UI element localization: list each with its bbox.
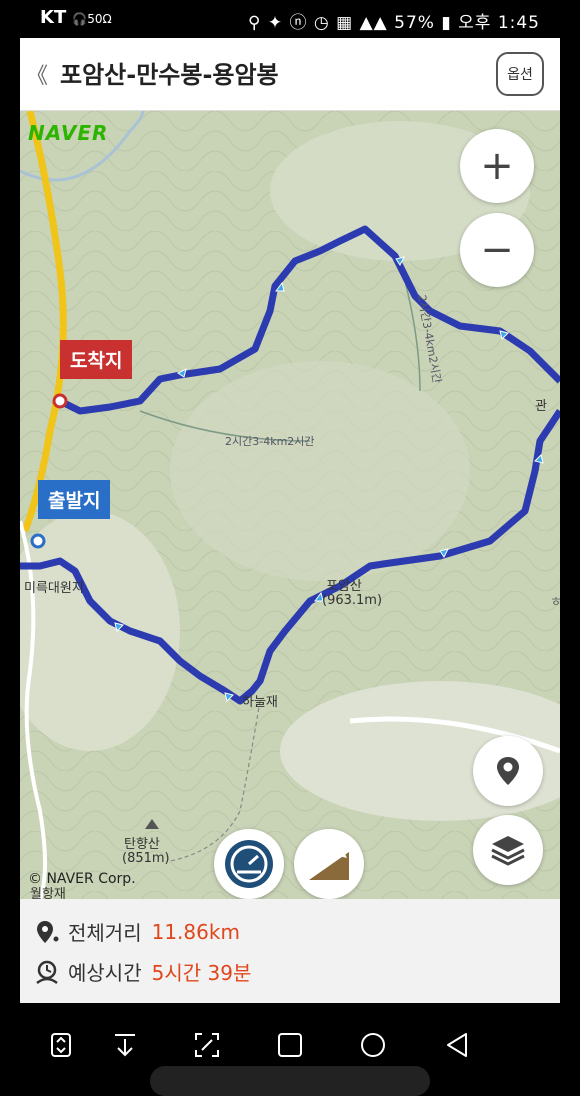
distance-label: 전체거리 xyxy=(68,921,142,945)
start-marker[interactable]: 출발지 xyxy=(38,480,111,519)
naver-logo: NAVER xyxy=(28,121,109,145)
zoom-out-button[interactable]: − xyxy=(460,213,534,287)
map-label-tanhyangsan: 탄향산 xyxy=(124,837,160,852)
system-nav-bar xyxy=(20,1016,560,1096)
app-frame: 《 포암산-만수봉-용암봉 옵션 NAVER + − 도착지 출발지 미륵대원지… xyxy=(20,38,560,1003)
clock-person-icon xyxy=(36,960,58,984)
download-icon[interactable] xyxy=(110,1030,140,1060)
back-icon[interactable] xyxy=(442,1030,472,1060)
map-label-tanhyangsan-elev: (851m) xyxy=(122,851,170,866)
layers-icon xyxy=(491,836,525,866)
layers-button[interactable] xyxy=(473,815,543,885)
recents-icon[interactable] xyxy=(275,1030,305,1060)
header: 《 포암산-만수봉-용암봉 옵션 xyxy=(20,38,560,111)
map-label-poamsan: 포암산 xyxy=(326,579,362,594)
signal-icons: ⚲ ✦ ⓝ ◷ ▦ ▲▲ xyxy=(248,13,395,33)
option-button[interactable]: 옵션 xyxy=(496,52,544,96)
clock: 오후 1:45 xyxy=(458,13,540,33)
end-marker[interactable]: 도착지 xyxy=(60,340,133,379)
location-pin-icon xyxy=(497,757,519,785)
battery-icon: ▮ xyxy=(441,13,452,33)
zoom-in-button[interactable]: + xyxy=(460,129,534,203)
plus-icon: + xyxy=(480,143,514,189)
map-label-miruk: 미륵대원지 xyxy=(24,581,84,596)
chevron-left-icon[interactable]: 《 xyxy=(26,58,48,90)
location-pin-button[interactable] xyxy=(473,736,543,806)
map-label-gwan: 관 xyxy=(535,399,547,414)
gesture-pill xyxy=(150,1066,430,1096)
map-label-trail-a: 2시간3-4km2시간 xyxy=(225,435,315,448)
carrier-label: KT xyxy=(40,7,67,28)
carrier: KT 🎧50Ω xyxy=(40,7,112,28)
distance-pin-icon xyxy=(37,920,59,943)
minus-icon: − xyxy=(480,227,514,273)
speedometer-icon xyxy=(225,840,273,888)
status-icons: ⚲ ✦ ⓝ ◷ ▦ ▲▲ 57% ▮ 오후 1:45 xyxy=(248,8,540,33)
time-value: 5시간 39분 xyxy=(151,961,252,985)
speedometer-button[interactable] xyxy=(214,829,284,899)
page-title: 포암산-만수봉-용암봉 xyxy=(60,61,279,89)
elevation-button[interactable] xyxy=(294,829,364,899)
distance-row: 전체거리 11.86km xyxy=(34,917,240,946)
headphone-ohm: 50Ω xyxy=(87,12,112,26)
map-label-poamsan-elev: (963.1m) xyxy=(322,593,383,608)
headphone-icon: 🎧50Ω xyxy=(72,12,112,26)
map-copyright: © NAVER Corp. xyxy=(28,871,136,887)
distance-value: 11.86km xyxy=(151,919,240,944)
elevation-icon xyxy=(309,850,349,880)
status-bar: KT 🎧50Ω ⚲ ✦ ⓝ ◷ ▦ ▲▲ 57% ▮ 오후 1:45 xyxy=(0,0,580,38)
screen-rotate-icon[interactable] xyxy=(46,1030,76,1060)
map-label-edge: ㅎ xyxy=(550,595,560,610)
home-icon[interactable] xyxy=(358,1030,388,1060)
map-view[interactable]: NAVER + − 도착지 출발지 미륵대원지 포암산 (963.1m) 하늘재… xyxy=(20,111,560,899)
route-info-panel: 전체거리 11.86km 예상시간 5시간 39분 xyxy=(20,899,560,1003)
screenshot-icon[interactable] xyxy=(192,1030,222,1060)
map-label-haneuljae: 하늘재 xyxy=(242,695,278,710)
battery-percent: 57% xyxy=(394,13,435,33)
time-row: 예상시간 5시간 39분 xyxy=(34,957,251,986)
time-label: 예상시간 xyxy=(68,961,142,985)
